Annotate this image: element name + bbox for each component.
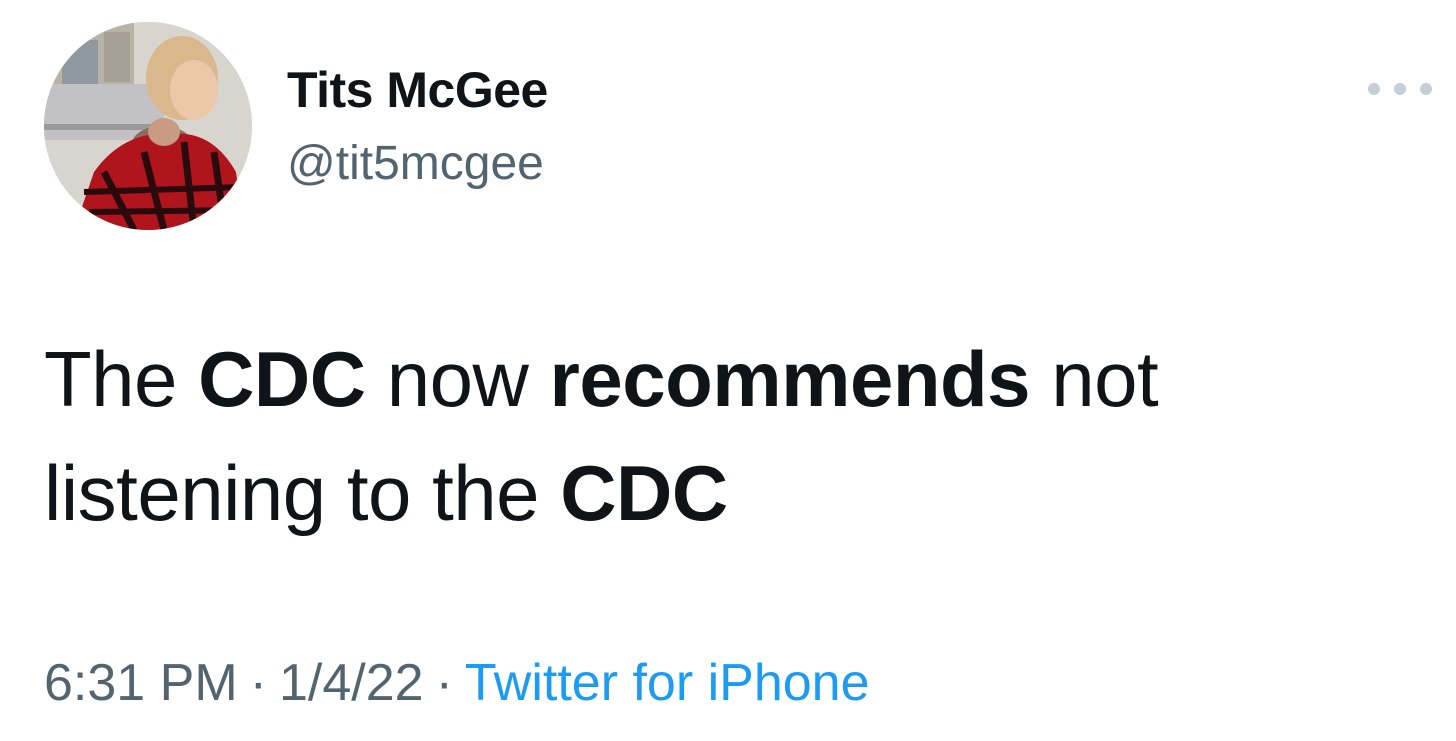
tweet-word-bold: CDC [198, 335, 366, 423]
tweet-metadata: 6:31 PM · 1/4/22 · Twitter for iPhone [44, 648, 870, 718]
separator: · [435, 654, 453, 712]
tweet-text-line-2: listening to the CDC [44, 436, 1424, 550]
tweet-word: The [44, 335, 177, 423]
tweet-time[interactable]: 6:31 PM [44, 654, 238, 712]
tweet-word: not [1051, 335, 1159, 423]
tweet-word-bold: CDC [560, 449, 728, 537]
avatar[interactable] [44, 22, 252, 230]
separator: · [249, 654, 267, 712]
tweet-text: The CDC now recommends not listening to … [44, 322, 1424, 550]
author-handle[interactable]: @tit5mcgee [287, 134, 544, 194]
tweet-card: Tits McGee @tit5mcgee The CDC now recomm… [0, 0, 1456, 741]
more-horizontal-icon [1368, 83, 1380, 95]
tweet-word: now [386, 335, 529, 423]
tweet-text-line-1: The CDC now recommends not [44, 322, 1424, 436]
more-horizontal-icon-dot [1394, 83, 1406, 95]
tweet-word-bold: recommends [549, 335, 1031, 423]
author-display-name[interactable]: Tits McGee [287, 58, 548, 122]
more-options-button[interactable] [1368, 74, 1432, 104]
tweet-date[interactable]: 1/4/22 [279, 654, 424, 712]
tweet-word: listening to the [44, 449, 540, 537]
tweet-source-link[interactable]: Twitter for iPhone [465, 654, 870, 712]
avatar-image [44, 22, 252, 230]
more-horizontal-icon-dot [1420, 83, 1432, 95]
